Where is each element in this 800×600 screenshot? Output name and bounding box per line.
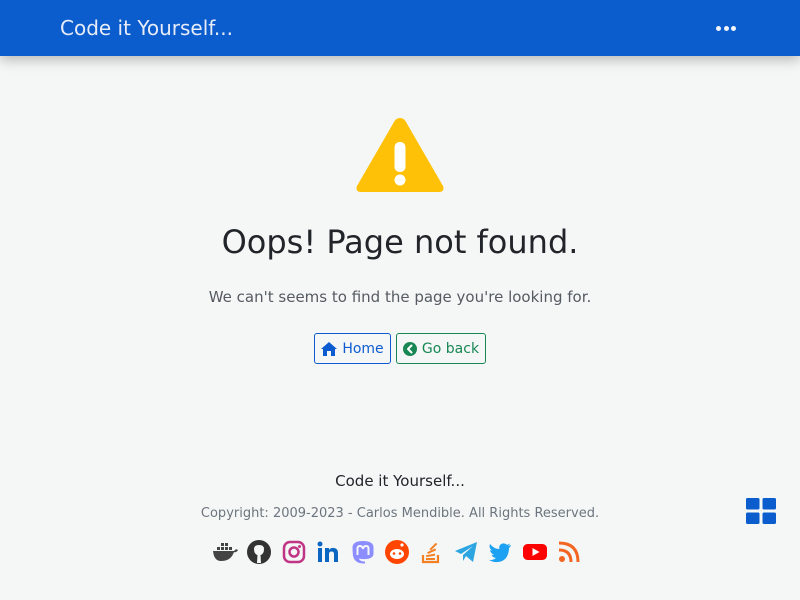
- home-button[interactable]: Home: [314, 333, 391, 364]
- error-message: We can't seems to find the page you're l…: [208, 288, 592, 306]
- stackoverflow-icon[interactable]: [418, 539, 444, 565]
- home-button-label: Home: [342, 340, 384, 357]
- chevron-circle-left-icon: [402, 341, 417, 356]
- social-links: [212, 538, 582, 566]
- grid-icon[interactable]: [746, 498, 776, 524]
- ellipsis-icon[interactable]: [716, 22, 736, 34]
- page-title: Oops! Page not found.: [221, 223, 579, 261]
- docker-icon[interactable]: [212, 539, 238, 565]
- footer-brand: Code it Yourself...: [335, 472, 465, 490]
- copyright-text: Copyright: 2009-2023 - Carlos Mendible. …: [200, 506, 600, 521]
- twitter-icon[interactable]: [487, 539, 513, 565]
- navbar: Code it Yourself...: [0, 0, 800, 56]
- github-icon[interactable]: [246, 539, 272, 565]
- instagram-icon[interactable]: [281, 539, 307, 565]
- navbar-brand[interactable]: Code it Yourself...: [60, 16, 233, 40]
- warning-triangle-icon: [356, 118, 444, 192]
- go-back-button[interactable]: Go back: [396, 333, 486, 364]
- reddit-icon[interactable]: [384, 539, 410, 565]
- rss-icon[interactable]: [556, 539, 582, 565]
- youtube-icon[interactable]: [522, 539, 548, 565]
- mastodon-icon[interactable]: [350, 539, 376, 565]
- home-icon: [321, 341, 338, 356]
- linkedin-icon[interactable]: [315, 539, 341, 565]
- telegram-icon[interactable]: [453, 539, 479, 565]
- go-back-button-label: Go back: [421, 340, 480, 357]
